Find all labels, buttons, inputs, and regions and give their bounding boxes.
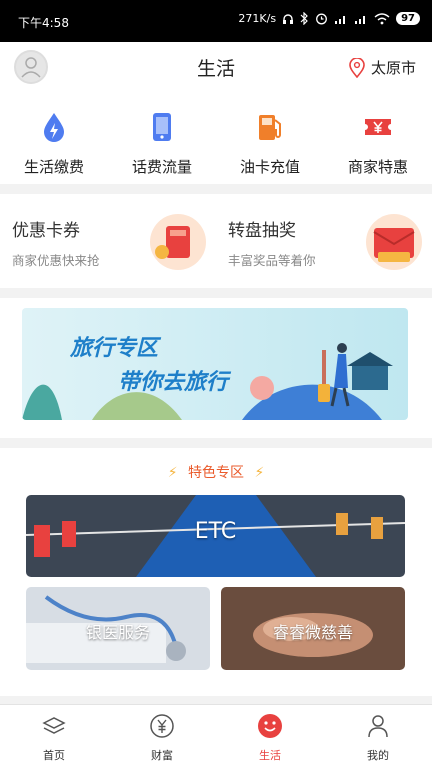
promo-coupons[interactable]: 优惠卡券 商家优惠快来抢 <box>0 194 216 288</box>
quick-action-merchant[interactable]: 商家特惠 <box>324 110 432 177</box>
city-selector[interactable]: 太原市 <box>349 57 416 78</box>
status-time: 下午4:58 <box>18 16 69 30</box>
quick-action-fuel[interactable]: 油卡充值 <box>216 110 324 177</box>
promo-subtitle: 丰富奖品等着你 <box>228 253 316 268</box>
smiley-icon <box>258 714 282 738</box>
red-envelope-icon <box>366 214 422 270</box>
bolt-icon: ⚡ <box>254 465 265 481</box>
tab-label: 首页 <box>43 749 65 762</box>
water-drop-bolt-icon <box>44 113 64 142</box>
quick-action-label: 油卡充值 <box>239 158 300 176</box>
featured-title: ⚡ 特色专区 ⚡ <box>0 462 432 482</box>
quick-actions: 生活缴费 话费流量 油卡充值 商家特惠 <box>0 90 432 184</box>
home-layers-icon <box>42 717 66 734</box>
status-indicators: 271K/s 97 <box>238 12 420 25</box>
tile-label: 睿睿微慈善 <box>272 623 353 642</box>
header-bar: 生活 太原市 <box>0 42 432 90</box>
tab-mine[interactable]: 我的 <box>324 713 432 763</box>
featured-section: ⚡ 特色专区 ⚡ ETC 银医服务 睿睿微慈善 <box>0 448 432 696</box>
quick-action-label: 话费流量 <box>131 158 192 176</box>
phone-icon <box>153 113 171 141</box>
quick-action-phone[interactable]: 话费流量 <box>108 110 216 177</box>
charity-tile[interactable]: 睿睿微慈善 <box>221 587 405 670</box>
bottom-tab-bar: 首页 财富 生活 我的 <box>0 704 432 768</box>
city-name: 太原市 <box>370 59 416 77</box>
tab-label: 我的 <box>367 749 389 762</box>
signal-icon <box>355 15 366 24</box>
promo-title: 转盘抽奖 <box>228 221 296 241</box>
tab-wealth[interactable]: 财富 <box>108 713 216 763</box>
tab-label: 财富 <box>151 749 173 762</box>
tile-label: 银医服务 <box>85 623 150 642</box>
promo-title: 优惠卡券 <box>12 221 80 241</box>
promo-lottery[interactable]: 转盘抽奖 丰富奖品等着你 <box>216 194 432 288</box>
alarm-icon <box>316 13 328 25</box>
medical-service-tile[interactable]: 银医服务 <box>26 587 210 670</box>
headphone-icon <box>283 13 294 24</box>
tab-life[interactable]: 生活 <box>216 713 324 763</box>
fuel-pump-icon <box>259 115 281 140</box>
promo-section: 优惠卡券 商家优惠快来抢 转盘抽奖 丰富奖品等着你 <box>0 194 432 288</box>
etc-banner[interactable]: ETC <box>26 495 405 577</box>
featured-title-text: 特色专区 <box>188 465 244 481</box>
promo-subtitle: 商家优惠快来抢 <box>12 253 100 268</box>
wifi-icon <box>374 12 390 24</box>
yen-ticket-icon <box>365 119 391 135</box>
battery-indicator: 97 <box>396 12 420 25</box>
status-bar: 下午4:58 271K/s 97 <box>0 0 432 42</box>
etc-label: ETC <box>194 519 237 544</box>
travel-banner-section: 旅行专区 带你去旅行 <box>0 298 432 438</box>
tab-label: 生活 <box>259 749 281 762</box>
banner-line2: 带你去旅行 <box>118 370 229 395</box>
bluetooth-icon <box>300 12 308 25</box>
signal-icon <box>335 15 346 24</box>
quick-action-label: 生活缴费 <box>23 158 84 176</box>
banner-line1: 旅行专区 <box>70 336 159 361</box>
tab-home[interactable]: 首页 <box>0 713 108 763</box>
travel-banner[interactable]: 旅行专区 带你去旅行 <box>22 308 408 420</box>
yen-circle-icon <box>150 714 174 738</box>
coupon-bag-icon <box>150 214 206 270</box>
bolt-icon: ⚡ <box>167 465 178 481</box>
location-pin-icon <box>349 57 365 78</box>
network-speed: 271K/s <box>238 12 277 25</box>
quick-action-label: 商家特惠 <box>347 158 408 176</box>
person-icon <box>368 715 388 738</box>
quick-action-utilities[interactable]: 生活缴费 <box>0 110 108 177</box>
